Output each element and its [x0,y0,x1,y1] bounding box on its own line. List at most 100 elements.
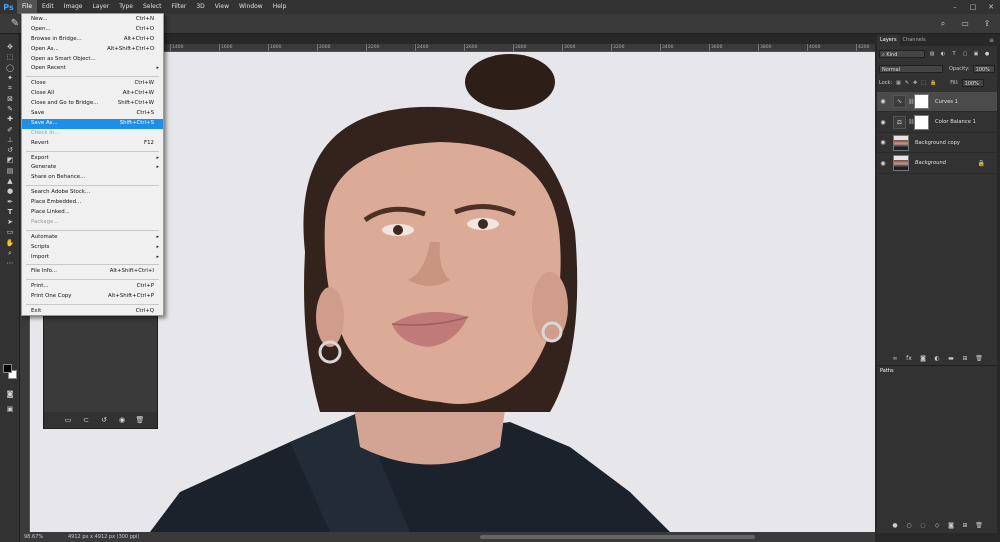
file-menu-item-open-as[interactable]: Open As... Alt+Shift+Ctrl+O [22,45,163,55]
group-icon[interactable]: ▬ [947,355,955,363]
file-menu-item-save-as[interactable]: Save As... Shift+Ctrl+S [22,118,163,129]
smart-filter-icon[interactable]: ▣ [972,51,980,58]
file-menu-item-search-adobe-stock[interactable]: Search Adobe Stock... [22,188,163,198]
file-menu-item-generate[interactable]: Generate ▸ [22,163,163,173]
pixel-filter-icon[interactable]: ▨ [928,51,936,58]
lock-all-icon[interactable]: 🔒 [930,80,936,86]
zoom-tool-icon[interactable]: ⌕ [0,248,20,258]
eyedropper-tool-icon[interactable]: ✎ [0,104,20,114]
adjustment-filter-icon[interactable]: ◐ [939,51,947,58]
menu-window[interactable]: Window [234,0,268,14]
spot-healing-tool-icon[interactable]: ✚ [0,114,20,124]
file-menu-item-print-one-copy[interactable]: Print One Copy Alt+Shift+Ctrl+P [22,292,163,302]
fill-path-icon[interactable]: ● [891,522,899,530]
workspace-icon[interactable]: ▭ [958,17,972,31]
dodge-tool-icon[interactable]: ● [0,186,20,196]
lock-position-icon[interactable]: ✥ [913,80,917,86]
lasso-tool-icon[interactable]: ◯ [0,63,20,73]
file-menu-item-import[interactable]: Import ▸ [22,253,163,263]
color-swatches[interactable] [3,364,17,380]
file-menu-item-browse-in-bridge[interactable]: Browse in Bridge... Alt+Ctrl+O [22,35,163,45]
more-tools-icon[interactable]: ⋯ [0,258,20,268]
visibility-eye-icon[interactable]: ◉ [877,153,889,173]
layer-row[interactable]: ◉ Background 🔒 [877,154,997,174]
menu-help[interactable]: Help [268,0,292,14]
share-icon[interactable]: ⇪ [980,17,994,31]
filter-kind-select[interactable]: ⌕ Kind [879,50,925,58]
horizontal-scrollbar[interactable] [480,535,755,539]
path-selection-tool-icon[interactable]: ➤ [0,217,20,227]
minimize-button[interactable]: – [946,0,964,14]
menu-image[interactable]: Image [59,0,88,14]
search-icon[interactable]: ⌕ [936,17,950,31]
menu-edit[interactable]: Edit [37,0,59,14]
rotate-icon[interactable]: ↺ [99,415,109,425]
visibility-eye-icon[interactable]: ◉ [877,133,889,153]
lock-transparent-icon[interactable]: ▦ [896,80,901,86]
shape-filter-icon[interactable]: ▢ [961,51,969,58]
clone-stamp-tool-icon[interactable]: ⊥ [0,135,20,145]
file-menu-item-open[interactable]: Open... Ctrl+O [22,25,163,35]
layer-name[interactable]: Background [915,160,946,166]
trash-icon[interactable]: 🗑 [135,415,145,425]
eyedropper-icon[interactable]: ✎ [8,17,22,31]
document-info[interactable]: 4912 px x 4912 px (300 ppi) [60,534,139,540]
rectangle-tool-icon[interactable]: ▭ [0,227,20,237]
layer-name[interactable]: Curves 1 [935,99,958,105]
layer-name[interactable]: Color Balance 1 [935,119,976,125]
brush-tool-icon[interactable]: ✐ [0,124,20,134]
pen-tool-icon[interactable]: ✒ [0,196,20,206]
zoom-level[interactable]: 98.67% [20,534,60,540]
menu-layer[interactable]: Layer [87,0,114,14]
file-menu-item-close-and-go-to-bridge[interactable]: Close and Go to Bridge... Shift+Ctrl+W [22,99,163,109]
trash-icon[interactable]: 🗑 [975,355,983,363]
fill-input[interactable]: 100% [961,79,984,87]
file-menu-item-scripts[interactable]: Scripts ▸ [22,243,163,253]
gradient-tool-icon[interactable]: ▤ [0,166,20,176]
blend-mode-select[interactable]: Normal [879,65,943,73]
tab-channels[interactable]: Channels [900,35,929,46]
file-menu-item-automate[interactable]: Automate ▸ [22,233,163,243]
quick-mask-icon[interactable]: ◙ [0,389,20,399]
screen-mode-icon[interactable]: ▣ [0,404,20,414]
file-menu-item-file-info[interactable]: File Info... Alt+Shift+Ctrl+I [22,267,163,277]
link-layers-icon[interactable]: ∞ [891,355,899,363]
hand-tool-icon[interactable]: ✋ [0,238,20,248]
panel-menu-icon[interactable]: ≡ [989,35,994,46]
layer-row[interactable]: ◉ ⚖ ⛓ Color Balance 1 [877,113,997,133]
file-menu-item-place-embedded[interactable]: Place Embedded... [22,198,163,208]
lock-pixels-icon[interactable]: ✎ [905,80,909,86]
magic-wand-tool-icon[interactable]: ✦ [0,73,20,83]
stroke-path-icon[interactable]: ○ [905,522,913,530]
file-menu-item-new[interactable]: New... Ctrl+N [22,15,163,25]
file-menu-item-close[interactable]: Close Ctrl+W [22,79,163,89]
menu-view[interactable]: View [210,0,234,14]
link-icon[interactable]: ⊂ [81,415,91,425]
color-balance-icon[interactable]: ⚖ [893,115,906,129]
file-menu-item-open-as-smart-object[interactable]: Open as Smart Object... [22,55,163,65]
eraser-tool-icon[interactable]: ◩ [0,155,20,165]
add-mask-icon[interactable]: ◙ [919,355,927,363]
new-snapshot-icon[interactable]: ▭ [63,415,73,425]
opacity-input[interactable]: 100% [972,65,995,73]
type-filter-icon[interactable]: T [950,51,958,58]
file-menu-item-share-on-behance[interactable]: Share on Behance... [22,173,163,183]
type-tool-icon[interactable]: T [0,207,20,217]
blur-tool-icon[interactable]: ▲ [0,176,20,186]
close-button[interactable]: ✕ [982,0,1000,14]
frame-tool-icon[interactable]: ⊠ [0,93,20,103]
menu-filter[interactable]: Filter [167,0,192,14]
file-menu-item-place-linked[interactable]: Place Linked... [22,208,163,218]
layer-mask-thumbnail[interactable] [914,114,929,130]
eye-icon[interactable]: ◉ [117,415,127,425]
visibility-eye-icon[interactable]: ◉ [877,92,889,112]
file-menu-item-print[interactable]: Print... Ctrl+P [22,282,163,292]
layer-thumbnail[interactable] [893,155,909,171]
foreground-color-swatch[interactable] [3,364,12,373]
curves-icon[interactable]: ∿ [893,95,906,108]
tab-layers[interactable]: Layers [877,35,900,46]
make-work-path-icon[interactable]: ◇ [933,522,941,530]
trash-icon[interactable]: 🗑 [975,522,983,530]
filter-toggle-icon[interactable]: ● [983,51,991,58]
layer-thumbnail[interactable] [893,134,909,151]
